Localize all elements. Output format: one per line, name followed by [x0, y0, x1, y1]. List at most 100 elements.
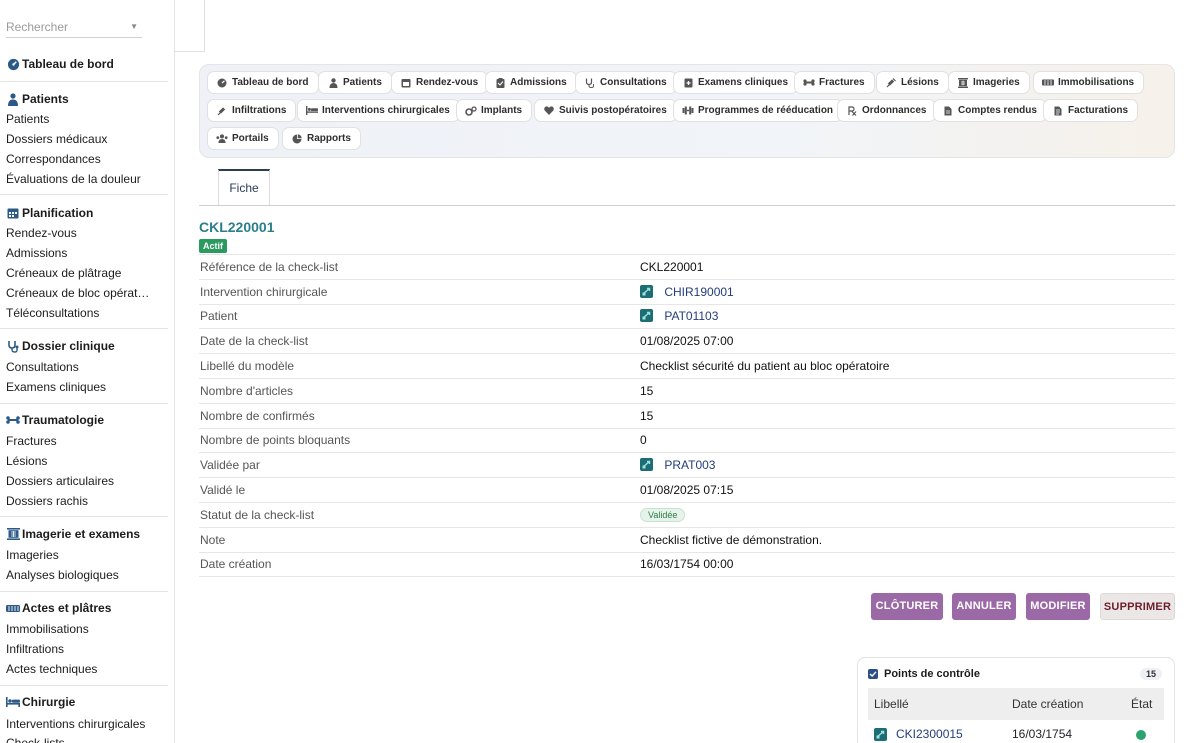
record-link-icon[interactable] — [640, 458, 653, 472]
module-admissions[interactable]: Admissions — [485, 71, 577, 94]
module-consultations[interactable]: Consultations — [575, 71, 677, 94]
module-dashboard[interactable]: Tableau de bord — [207, 71, 319, 94]
field-value-cell: PRAT003 — [640, 453, 1175, 478]
file-medical-icon — [682, 77, 694, 89]
section-title: Imagerie et examens — [22, 527, 141, 541]
field-value: 0 — [640, 433, 647, 448]
invoice-icon — [1052, 105, 1064, 117]
sidebar-item-cast-slots[interactable]: Créneaux de plâtrage — [6, 265, 121, 281]
sidebar-item-medical-records[interactable]: Dossiers médicaux — [6, 131, 107, 147]
module-reports[interactable]: Comptes rendus — [933, 99, 1047, 122]
module-clinical-exams[interactable]: Examens cliniques — [673, 71, 799, 94]
sidebar-section-imaging: Imagerie et examens — [6, 526, 140, 542]
module-label: Admissions — [510, 77, 567, 88]
table-row: Intervention chirurgicale CHIR190001 — [199, 279, 1175, 304]
sidebar-item-joint-records[interactable]: Dossiers articulaires — [6, 473, 114, 489]
module-label: Rapports — [307, 133, 351, 144]
cancel-button[interactable]: ANNULER — [952, 593, 1016, 620]
sidebar-item-checklists[interactable]: Check-lists — [6, 735, 65, 743]
section-title: Chirurgie — [22, 695, 76, 709]
module-infiltrations[interactable]: Infiltrations — [207, 99, 297, 122]
header-corner — [175, 0, 205, 52]
tab-divider — [199, 205, 1175, 206]
divider — [0, 591, 168, 592]
dumbbell-icon — [682, 105, 694, 117]
sidebar-item-immobilisations[interactable]: Immobilisations — [6, 621, 89, 637]
module-patients[interactable]: Patients — [318, 71, 392, 94]
module-analytics[interactable]: Rapports — [282, 127, 361, 150]
close-button[interactable]: CLÔTURER — [871, 593, 943, 620]
chevron-down-icon[interactable]: ▼ — [130, 22, 138, 31]
sidebar-item-technical-acts[interactable]: Actes techniques — [6, 661, 97, 677]
module-lesions[interactable]: Lésions — [876, 71, 949, 94]
sidebar-item-clinical-exams[interactable]: Examens cliniques — [6, 379, 106, 395]
delete-button[interactable]: SUPPRIMER — [1100, 593, 1175, 620]
search-select[interactable]: Rechercher ▼ — [6, 18, 142, 38]
record-link-icon[interactable] — [874, 728, 887, 741]
detail-table: Référence de la check-list CKL220001 Int… — [199, 254, 1175, 577]
sidebar-item-lab-analyses[interactable]: Analyses biologiques — [6, 567, 119, 583]
sidebar-item-fractures[interactable]: Fractures — [6, 433, 57, 449]
bone-icon — [803, 77, 815, 89]
table-row: Note Checklist fictive de démonstration. — [199, 527, 1175, 552]
module-fractures[interactable]: Fractures — [794, 71, 875, 94]
field-value: Checklist fictive de démonstration. — [640, 532, 823, 547]
record-link-icon[interactable] — [640, 284, 653, 298]
module-portals[interactable]: Portails — [207, 127, 279, 150]
column-header-state[interactable]: État — [1131, 697, 1152, 711]
tab-fiche[interactable]: Fiche — [218, 169, 270, 206]
field-label: Note — [200, 532, 226, 547]
validator-link[interactable]: PRAT003 — [664, 458, 715, 472]
module-label: Interventions chirurgicales — [322, 105, 450, 116]
module-appointments[interactable]: Rendez-vous — [391, 71, 489, 94]
sidebar-item-infiltrations[interactable]: Infiltrations — [6, 641, 64, 657]
module-label: Rendez-vous — [416, 77, 479, 88]
field-label: Nombre d'articles — [200, 383, 293, 398]
field-value: Checklist sécurité du patient au bloc op… — [640, 359, 890, 374]
table-row: Libellé du modèle Checklist sécurité du … — [199, 353, 1175, 379]
sidebar-item-lesions[interactable]: Lésions — [6, 453, 47, 469]
column-header-label[interactable]: Libellé — [874, 697, 909, 711]
sidebar-item-surgical-interventions[interactable]: Interventions chirurgicales — [6, 716, 145, 732]
module-label: Programmes de rééducation — [698, 105, 834, 116]
sidebar-dashboard-label: Tableau de bord — [22, 57, 114, 71]
cast-icon — [6, 601, 20, 615]
sidebar-item-correspondence[interactable]: Correspondances — [6, 151, 101, 167]
calendar-icon — [6, 206, 20, 220]
sidebar-item-spine-records[interactable]: Dossiers rachis — [6, 493, 88, 509]
sidebar-item-admissions[interactable]: Admissions — [6, 245, 67, 261]
module-implants[interactable]: Implants — [456, 99, 533, 122]
intervention-link[interactable]: CHIR190001 — [664, 285, 733, 299]
edit-button[interactable]: MODIFIER — [1026, 593, 1090, 620]
module-label: Examens cliniques — [698, 77, 789, 88]
record-link-icon[interactable] — [640, 309, 653, 323]
users-icon — [216, 133, 228, 145]
module-prescriptions[interactable]: Ordonnances — [837, 99, 937, 122]
sidebar-dashboard[interactable]: Tableau de bord — [6, 56, 114, 72]
module-billing[interactable]: Facturations — [1043, 99, 1139, 122]
table-row[interactable]: CKI2300015 16/03/1754 — [868, 720, 1164, 743]
sidebar-item-teleconsultations[interactable]: Téléconsultations — [6, 305, 99, 321]
sidebar-item-imagery[interactable]: Imageries — [6, 547, 59, 563]
module-surgical-interventions[interactable]: Interventions chirurgicales — [297, 99, 460, 122]
file-icon — [942, 105, 954, 117]
sidebar-item-patients[interactable]: Patients — [6, 111, 49, 127]
sidebar-item-appointments[interactable]: Rendez-vous — [6, 225, 77, 241]
module-postop-followups[interactable]: Suivis postopératoires — [534, 99, 677, 122]
checkpoint-link[interactable]: CKI2300015 — [896, 727, 963, 741]
table-row: Validé le 01/08/2025 07:15 — [199, 477, 1175, 503]
sidebar-section-procedures: Actes et plâtres — [6, 600, 111, 616]
field-value: CKL220001 — [640, 259, 704, 274]
section-title: Actes et plâtres — [22, 601, 112, 615]
patient-link[interactable]: PAT01103 — [664, 309, 718, 323]
module-rehab-programs[interactable]: Programmes de rééducation — [673, 99, 844, 122]
table-row: Nombre de points bloquants 0 — [199, 428, 1175, 453]
sidebar-item-or-slots[interactable]: Créneaux de bloc opérat… — [6, 285, 149, 301]
module-immobilisations[interactable]: Immobilisations — [1033, 71, 1145, 94]
x-ray-icon — [6, 527, 20, 541]
sidebar-item-pain-evaluations[interactable]: Évaluations de la douleur — [6, 171, 141, 187]
column-header-date[interactable]: Date création — [1012, 697, 1083, 711]
sidebar-item-consultations[interactable]: Consultations — [6, 359, 79, 375]
module-label: Patients — [343, 77, 382, 88]
module-imagery[interactable]: Imageries — [948, 71, 1030, 94]
